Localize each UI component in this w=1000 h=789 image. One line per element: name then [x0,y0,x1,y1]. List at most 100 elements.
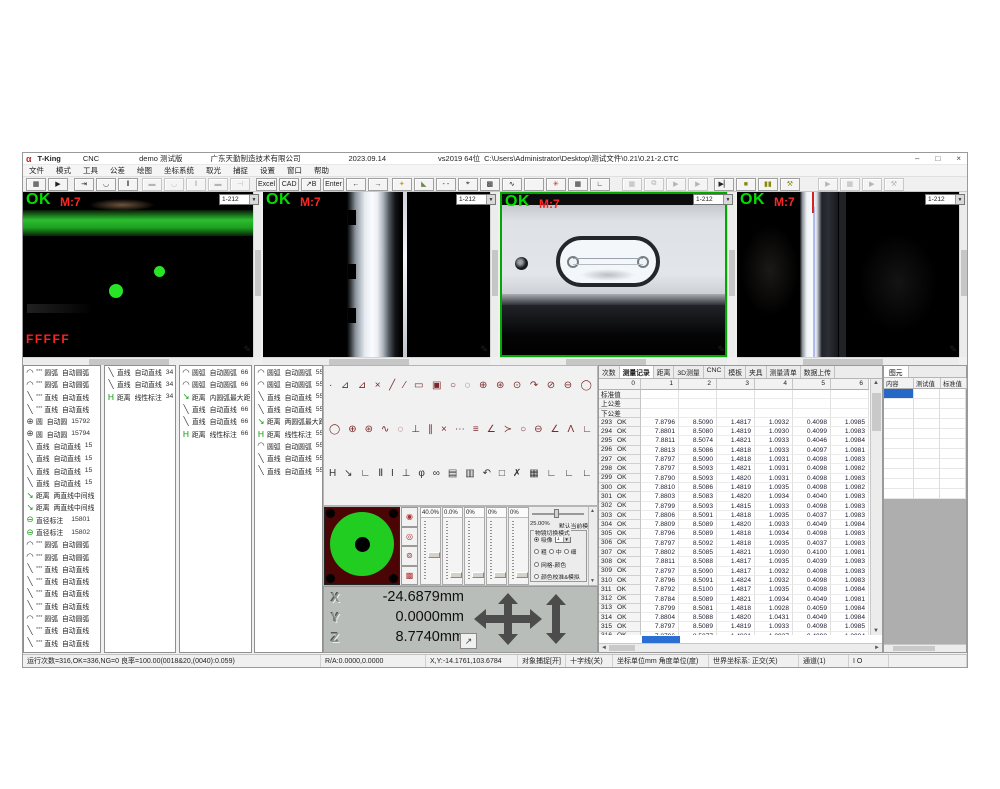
tool-icon[interactable]: H [329,469,336,479]
tool-icon[interactable]: ∟ [582,469,592,479]
tool-icon[interactable]: ⁄ [404,381,406,391]
light-slider-1[interactable]: 40.0% [420,507,441,585]
tool-icon[interactable]: ∠ [551,425,560,435]
table-vscrollbar[interactable]: ▲▼ [870,379,882,635]
camera-vscrollbar[interactable] [490,192,498,357]
tool-icon[interactable]: ↘ [344,469,352,479]
light-slider-3[interactable]: 0% [464,507,485,585]
tool-icon[interactable]: ⊙ [513,381,521,391]
radio-grid-color[interactable] [534,562,539,567]
ring-button-2[interactable]: ◎ [401,527,418,547]
tool-icon[interactable]: ≻ [504,425,512,435]
camera-hscrollbar[interactable] [263,357,490,365]
table-row[interactable]: 299OK7.87908.50931.48201.09310.40981.098… [599,474,871,483]
elements-row[interactable] [884,489,966,499]
camera-zoom-dropdown[interactable]: 1-212▼ [219,194,259,205]
light-slider-4[interactable]: 0% [486,507,507,585]
table-tab[interactable]: CNC [704,366,726,378]
maximize-button[interactable]: □ [935,154,940,163]
menu-item[interactable]: 取光 [200,165,227,176]
tool-icon[interactable]: ○ [450,381,456,391]
camera-corner-icon[interactable]: ✎ [243,344,251,355]
tool-icon[interactable]: × [375,381,381,391]
toolbar-button[interactable]: Excel [256,178,277,191]
list-item[interactable]: ╲***直线自动直线 [24,403,100,415]
list-item[interactable]: ╲直线自动直线55 [255,464,322,476]
tool-icon[interactable]: ⊕ [348,425,356,435]
table-row[interactable]: 303OK7.88068.50911.48181.09350.40371.098… [599,511,871,520]
list-item[interactable]: ⊕圆自动圆15792 [24,415,100,427]
tool-icon[interactable]: ⊛ [496,381,504,391]
tool-icon[interactable]: ⊖ [564,381,572,391]
tool-icon[interactable]: ∞ [433,469,440,479]
table-row[interactable]: 304OK7.88098.50891.48201.09330.40491.098… [599,520,871,529]
elements-row[interactable] [884,419,966,429]
table-tab[interactable]: 数据上传 [801,366,835,378]
tool-icon[interactable]: ◯ [581,381,592,391]
list-item[interactable]: ↘距离两圆弧最大距 [255,415,322,427]
camera-vscrollbar[interactable] [959,192,967,357]
master-slider-handle[interactable] [554,509,559,518]
table-tab[interactable]: 夹具 [746,366,767,378]
camera-zoom-dropdown[interactable]: 1-212▼ [693,194,733,205]
camera-zoom-dropdown[interactable]: 1-212▼ [925,194,965,205]
list-item[interactable]: H距离线性标注55 [255,427,322,439]
tool-icon[interactable]: Ⅱ [378,469,383,479]
ring-button-1[interactable]: ◉ [401,507,418,527]
table-hscrollbar[interactable]: ◄► [599,643,882,652]
list-item[interactable]: ⊕圆自动圆15794 [24,427,100,439]
menu-item[interactable]: 坐标系统 [158,165,200,176]
list-item[interactable]: ↘距离内圆弧最大距 [180,391,251,403]
toolbar-button[interactable]: Enter [323,178,344,191]
list-item[interactable]: ╲直线自动直线15 [24,464,100,476]
tool-icon[interactable]: ○ [520,425,526,435]
toolbar-button[interactable]: ↗B [301,178,321,191]
table-row[interactable]: 297OK7.87978.50901.48181.09310.40981.098… [599,455,871,464]
tool-icon[interactable]: ⊿ [341,381,349,391]
camera-image-2[interactable]: OKM:7 [263,192,490,357]
table-row[interactable]: 295OK7.88118.50741.48211.09330.40461.098… [599,436,871,445]
minimize-button[interactable]: – [915,154,919,163]
light-slider-2[interactable]: 0.0% [442,507,463,585]
list-item[interactable]: ◠***圆弧自动圆弧 [24,538,100,550]
list-item[interactable]: ◠***圆弧自动圆弧 [24,550,100,562]
tool-icon[interactable]: ▭ [414,381,423,391]
tool-icon[interactable]: □ [499,469,505,479]
tool-icon[interactable]: ⋯ [455,425,465,435]
tool-icon[interactable]: ⊿ [358,381,366,391]
tool-icon[interactable]: ⊘ [547,381,555,391]
tool-icon[interactable]: ⊕ [479,381,487,391]
list-item[interactable]: ╲直线自动直线15 [24,452,100,464]
list-item[interactable]: ╲***直线自动直线 [24,587,100,599]
radio-absorb[interactable] [534,537,539,542]
radio-coarse[interactable] [534,549,539,554]
list-item[interactable]: ◠圆弧自动圆弧55 [255,366,322,378]
table-tab[interactable]: 测量清单 [767,366,801,378]
elements-row[interactable] [884,449,966,459]
tool-icon[interactable]: ∟ [582,425,592,435]
tool-icon[interactable]: ↷ [530,381,538,391]
tool-icon[interactable]: ╱ [389,381,395,391]
elements-row[interactable] [884,469,966,479]
list-item[interactable]: ╲直线自动直线34 [105,366,175,378]
list-item[interactable]: ╲直线自动直线66 [180,403,251,415]
camera-corner-icon[interactable]: ✎ [717,344,725,355]
tool-icon[interactable]: ∠ [487,425,496,435]
toolbar-button[interactable]: ⇥ [74,178,94,191]
menu-item[interactable]: 帮助 [308,165,335,176]
light-slider-5[interactable]: 0% [508,507,529,585]
list-item[interactable]: ⊖直径标注15801 [24,514,100,526]
elements-row[interactable] [884,429,966,439]
angle-move-button[interactable]: ↗ [460,633,477,649]
tool-icon[interactable]: ◯ [329,425,340,435]
table-row[interactable]: 308OK7.88118.50881.48171.09350.40391.098… [599,557,871,566]
list-item[interactable]: ◠***圆弧自动圆弧 [24,366,100,378]
table-row[interactable]: 296OK7.88138.50861.48181.09330.40971.098… [599,446,871,455]
camera-zoom-dropdown[interactable]: 1-212▼ [456,194,496,205]
elements-row[interactable] [884,459,966,469]
tool-icon[interactable]: ∟ [547,469,557,479]
ring-light-indicator[interactable] [324,507,400,585]
list-item[interactable]: ╲***直线自动直线 [24,563,100,575]
list-item[interactable]: ◠圆弧自动圆弧66 [180,366,251,378]
tool-icon[interactable]: ▦ [529,469,538,479]
